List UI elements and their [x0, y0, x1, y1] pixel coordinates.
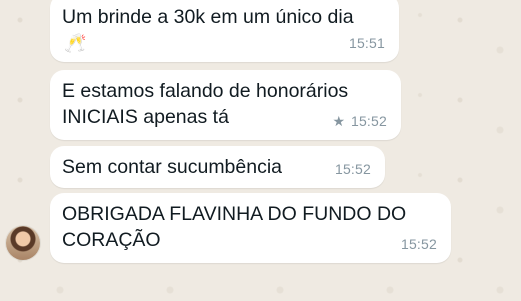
contact-avatar[interactable]: [6, 226, 40, 260]
message-time: 15:52: [400, 236, 437, 252]
clinking-glasses-icon: 🥂: [64, 33, 87, 53]
message-text: Um brinde a 30k em um único dia: [62, 6, 354, 28]
message-text: OBRIGADA FLAVINHA DO FUNDO DO CORAÇÃO: [62, 203, 407, 251]
message-bubble[interactable]: E estamos falando de honorários INICIAIS…: [50, 70, 401, 140]
message-bubble[interactable]: Sem contar sucumbência 15:52: [50, 146, 385, 188]
message-bubble[interactable]: OBRIGADA FLAVINHA DO FUNDO DO CORAÇÃO 15…: [50, 193, 451, 263]
star-icon: ★: [332, 113, 345, 129]
message-text: E estamos falando de honorários INICIAIS…: [62, 80, 349, 128]
message-bubble[interactable]: Um brinde a 30k em um único dia 🥂 15:51: [50, 0, 399, 62]
message-time: 15:51: [348, 35, 385, 51]
message-list[interactable]: Um brinde a 30k em um único dia 🥂 15:51 …: [0, 0, 521, 301]
message-time: 15:52: [334, 161, 371, 177]
message-text: Sem contar sucumbência: [62, 156, 283, 178]
message-time: 15:52: [350, 113, 387, 129]
